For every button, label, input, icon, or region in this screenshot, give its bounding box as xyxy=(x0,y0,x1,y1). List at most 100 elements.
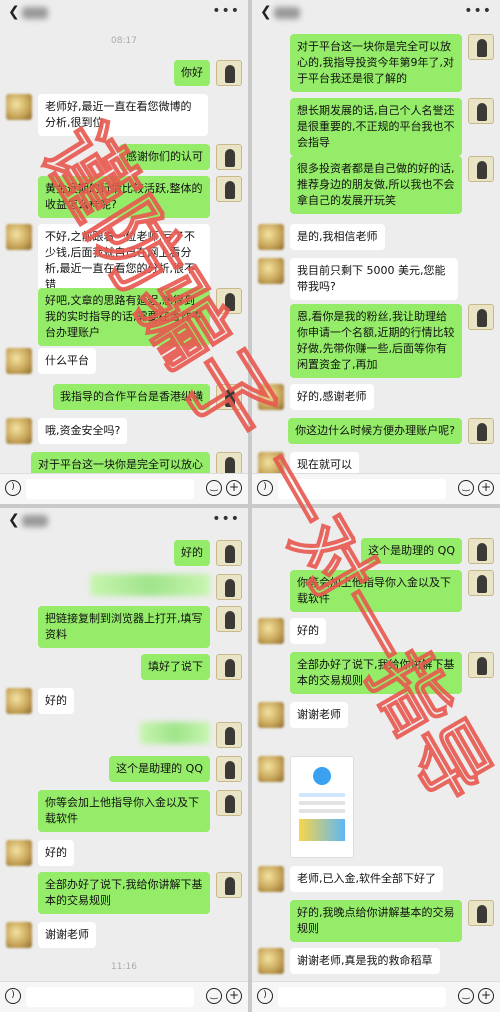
avatar[interactable] xyxy=(216,722,242,748)
blurred-link-bubble[interactable] xyxy=(90,574,210,596)
bubble[interactable]: 想长期发展的话,自己个人名誉还是很重要的,不正规的平台我也不会指导 xyxy=(290,98,462,156)
avatar[interactable] xyxy=(6,688,32,714)
avatar[interactable] xyxy=(258,756,284,782)
bubble[interactable]: 恩,看你是我的粉丝,我让助理给你申请一个名额,近期的行情比较好做,先带你赚一些,… xyxy=(290,304,462,378)
bubble[interactable]: 全部办好了说下,我给你讲解下基本的交易规则 xyxy=(38,872,210,914)
emoji-icon[interactable]: ‿ xyxy=(458,480,474,496)
avatar[interactable] xyxy=(216,872,242,898)
bubble[interactable]: 把链接复制到浏览器上打开,填写资料 xyxy=(38,606,210,648)
avatar[interactable] xyxy=(468,538,494,564)
back-arrow-icon[interactable]: ❮ xyxy=(260,4,272,20)
avatar[interactable] xyxy=(216,606,242,632)
avatar[interactable] xyxy=(216,654,242,680)
avatar[interactable] xyxy=(6,922,32,948)
avatar[interactable] xyxy=(216,574,242,600)
bubble[interactable]: 哦,资金安全吗? xyxy=(38,418,128,444)
bubble[interactable]: 我指导的合作平台是香港纵横 xyxy=(53,384,210,410)
avatar[interactable] xyxy=(216,384,242,410)
bubble[interactable]: 谢谢老师,真是我的救命稻草 xyxy=(290,948,440,974)
bubble[interactable]: 好的 xyxy=(174,540,210,566)
back-arrow-icon[interactable]: ❮ xyxy=(8,512,20,528)
contact-name-blurred xyxy=(22,7,48,19)
message-input[interactable] xyxy=(26,479,194,499)
bubble[interactable]: 老师好,最近一直在看您微博的分析,很到位 xyxy=(38,94,208,136)
bubble[interactable]: 谢谢老师 xyxy=(38,922,96,948)
contact-name-blurred xyxy=(22,515,48,527)
bubble[interactable]: 这个是助理的 QQ xyxy=(361,538,462,564)
bubble[interactable]: 好的 xyxy=(38,688,74,714)
bubble[interactable]: 你等会加上他指导你入金以及下载软件 xyxy=(38,790,210,832)
plus-icon[interactable]: + xyxy=(226,480,242,496)
bubble[interactable]: 好的 xyxy=(38,840,74,866)
bubble[interactable]: 老师,已入金,软件全部下好了 xyxy=(290,866,443,892)
avatar[interactable] xyxy=(216,176,242,202)
bubble[interactable]: 你好 xyxy=(174,60,210,86)
avatar[interactable] xyxy=(6,94,32,120)
bubble[interactable]: 填好了说下 xyxy=(141,654,210,680)
avatar[interactable] xyxy=(6,348,32,374)
avatar[interactable] xyxy=(468,156,494,182)
avatar[interactable] xyxy=(258,258,284,284)
avatar[interactable] xyxy=(468,652,494,678)
avatar[interactable] xyxy=(216,144,242,170)
bubble[interactable]: 谢谢老师 xyxy=(290,702,348,728)
bubble[interactable]: 全部办好了说下,我给你讲解下基本的交易规则 xyxy=(290,652,462,694)
voice-icon[interactable]: ) xyxy=(5,988,21,1004)
avatar[interactable] xyxy=(468,900,494,926)
plus-icon[interactable]: + xyxy=(478,480,494,496)
plus-icon[interactable]: + xyxy=(226,988,242,1004)
bubble[interactable]: 这个是助理的 QQ xyxy=(109,756,210,782)
bubble[interactable]: 不好,之前跟着一位老师,亏了不少钱,后面我就自己在网上看分析,最近一直在看您的分… xyxy=(38,224,210,298)
avatar[interactable] xyxy=(258,384,284,410)
avatar[interactable] xyxy=(216,288,242,314)
blurred-qq-bubble[interactable] xyxy=(140,722,210,744)
more-icon[interactable]: ••• xyxy=(464,3,492,19)
emoji-icon[interactable]: ‿ xyxy=(206,988,222,1004)
bubble[interactable]: 好的,感谢老师 xyxy=(290,384,374,410)
bubble[interactable]: 好吧,文章的思路有延迟,想得到我的实时指导的话,需要在合作平台办理账户 xyxy=(38,288,210,346)
avatar[interactable] xyxy=(468,304,494,330)
more-icon[interactable]: ••• xyxy=(212,511,240,527)
message-input[interactable] xyxy=(278,987,446,1007)
avatar[interactable] xyxy=(216,540,242,566)
avatar[interactable] xyxy=(468,418,494,444)
more-icon[interactable]: ••• xyxy=(212,3,240,19)
avatar[interactable] xyxy=(216,60,242,86)
voice-icon[interactable]: ) xyxy=(257,480,273,496)
avatar[interactable] xyxy=(258,866,284,892)
bubble[interactable]: 什么平台 xyxy=(38,348,96,374)
avatar[interactable] xyxy=(468,570,494,596)
avatar[interactable] xyxy=(258,618,284,644)
bubble[interactable]: 好的 xyxy=(290,618,326,644)
avatar[interactable] xyxy=(6,224,32,250)
screenshot-image[interactable] xyxy=(290,756,354,858)
avatar[interactable] xyxy=(468,34,494,60)
avatar[interactable] xyxy=(6,418,32,444)
bubble[interactable]: 是的,我相信老师 xyxy=(290,224,385,250)
avatar[interactable] xyxy=(258,702,284,728)
timestamp: 11:16 xyxy=(111,962,137,972)
avatar[interactable] xyxy=(6,840,32,866)
avatar[interactable] xyxy=(258,948,284,974)
bubble[interactable]: 你这边什么时候方便办理账户呢? xyxy=(288,418,462,444)
bubble[interactable]: 你等会加上他指导你入金以及下载软件 xyxy=(290,570,462,612)
bubble[interactable]: 好的,我晚点给你讲解基本的交易规则 xyxy=(290,900,462,942)
message-input[interactable] xyxy=(26,987,194,1007)
avatar[interactable] xyxy=(468,98,494,124)
avatar[interactable] xyxy=(216,790,242,816)
avatar[interactable] xyxy=(258,224,284,250)
bubble[interactable]: 很多投资者都是自己做的好的话,推荐身边的朋友做,所以我也不会拿自己的发展开玩笑 xyxy=(290,156,462,214)
voice-icon[interactable]: ) xyxy=(5,480,21,496)
avatar[interactable] xyxy=(216,756,242,782)
bubble[interactable]: 感谢你们的认可 xyxy=(119,144,210,170)
voice-icon[interactable]: ) xyxy=(257,988,273,1004)
back-arrow-icon[interactable]: ❮ xyxy=(8,4,20,20)
message-input[interactable] xyxy=(278,479,446,499)
emoji-icon[interactable]: ‿ xyxy=(458,988,474,1004)
emoji-icon[interactable]: ‿ xyxy=(206,480,222,496)
bubble[interactable]: 黄金近期的行情比较活跃,整体的收益怎么样呢? xyxy=(38,176,210,218)
bubble[interactable]: 对于平台这一块你是完全可以放心的,我指导投资今年第9年了,对于平台我还是很了解的 xyxy=(290,34,462,92)
plus-icon[interactable]: + xyxy=(478,988,494,1004)
chat-header: ❮ ••• xyxy=(0,0,248,26)
bubble[interactable]: 我目前只剩下 5000 美元,您能带我吗? xyxy=(290,258,458,300)
